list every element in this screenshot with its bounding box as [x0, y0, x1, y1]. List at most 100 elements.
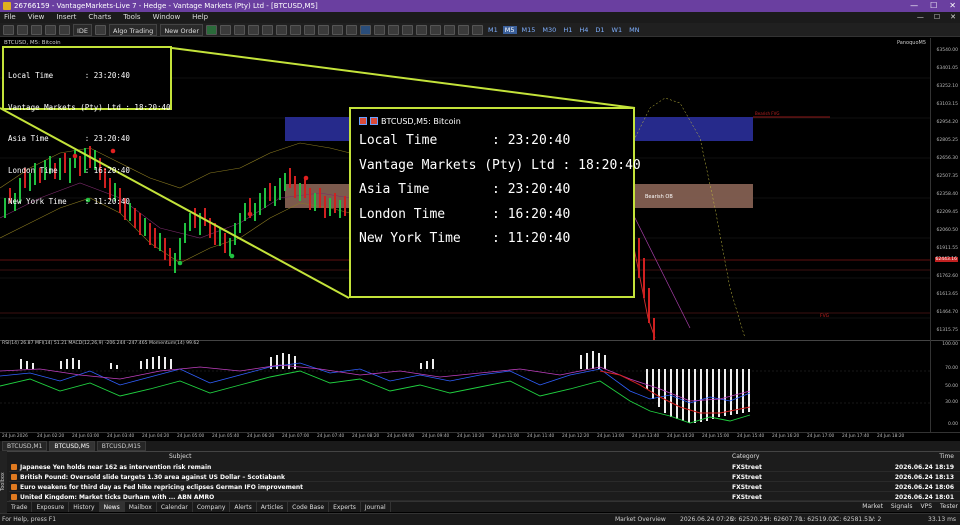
child-minimize-button[interactable]: — — [917, 12, 924, 23]
indicator-panel[interactable] — [0, 340, 960, 432]
fibonacci-icon[interactable] — [444, 24, 456, 35]
chart-tab-m5[interactable]: BTCUSD,M5 — [49, 441, 95, 451]
time-tick: 24 Jun 17:00 — [807, 434, 835, 439]
market-watch-icon[interactable] — [31, 24, 42, 35]
indicator-axis: 100.00 70.00 50.00 30.00 0.00 — [930, 340, 960, 432]
new-chart-icon[interactable] — [3, 24, 14, 35]
news-col-category[interactable]: Category — [732, 453, 759, 460]
toolbox-tabs: Trade Exposure History News Mailbox Cale… — [7, 501, 960, 512]
news-col-subject[interactable]: Subject — [169, 453, 191, 460]
small-broker-time: Vantage Markets (Pty) Ltd : 18:20:40 — [8, 102, 171, 112]
tester-button[interactable]: Tester — [940, 501, 958, 512]
menu-window[interactable]: Window — [153, 12, 181, 23]
tab-company[interactable]: Company — [193, 502, 231, 512]
news-row[interactable]: United Kingdom: Market ticks Durham with… — [9, 492, 960, 501]
news-col-time[interactable]: Time — [939, 453, 954, 460]
tab-history[interactable]: History — [69, 502, 100, 512]
market-button[interactable]: Market — [862, 501, 883, 512]
shapes-icon[interactable] — [472, 24, 484, 35]
child-maximize-button[interactable]: ☐ — [934, 12, 940, 23]
terminal-window: 26766159 - VantageMarkets-Live 7 - Hedge… — [0, 0, 960, 525]
tab-calendar[interactable]: Calendar — [157, 502, 193, 512]
price-tick: 62060.50 — [936, 228, 958, 233]
tab-alerts[interactable]: Alerts — [230, 502, 257, 512]
minimize-button[interactable]: — — [910, 0, 918, 12]
menu-help[interactable]: Help — [192, 12, 208, 23]
status-profile[interactable]: Market Overview — [615, 514, 666, 525]
crosshair-icon[interactable] — [374, 24, 386, 35]
news-row[interactable]: Japanese Yen holds near 162 as intervent… — [9, 462, 960, 472]
time-tick: 24 Jun 17:40 — [842, 434, 870, 439]
timeframe-d1[interactable]: D1 — [593, 26, 606, 34]
candle-chart-icon[interactable] — [234, 24, 246, 35]
signals-button[interactable]: Signals — [891, 501, 913, 512]
time-axis[interactable]: 24 Jun 2026 24 Jun 02:20 24 Jun 03:00 24… — [0, 432, 960, 441]
news-time: 2026.06.24 18:13 — [894, 474, 954, 481]
small-newyork-time: New York Time : 11:20:40 — [8, 197, 130, 206]
cursor-icon[interactable] — [360, 24, 372, 35]
maximize-button[interactable]: ☐ — [930, 0, 937, 12]
tab-exposure[interactable]: Exposure — [32, 502, 70, 512]
bearish-fvg-label: Bearish FVG — [755, 111, 779, 116]
close-button[interactable]: ✕ — [949, 0, 956, 12]
news-row[interactable]: Euro weakens for third day as Fed hike r… — [9, 482, 960, 492]
menu-charts[interactable]: Charts — [88, 12, 111, 23]
time-tick: 24 Jun 08:20 — [352, 434, 380, 439]
menu-insert[interactable]: Insert — [56, 12, 76, 23]
tab-trade[interactable]: Trade — [7, 502, 33, 512]
zoom-in-icon[interactable] — [262, 24, 274, 35]
toolbox-side-label[interactable]: Toolbox — [0, 451, 7, 513]
news-icon — [11, 494, 17, 500]
ide-button[interactable]: IDE — [73, 23, 93, 36]
tab-mailbox[interactable]: Mailbox — [125, 502, 157, 512]
data-window-icon[interactable] — [59, 24, 70, 35]
timeframe-h4[interactable]: H4 — [577, 26, 590, 34]
time-tick: 24 Jun 2026 — [2, 434, 28, 439]
chart-tab-m1[interactable]: BTCUSD,M1 — [2, 441, 48, 451]
tab-articles[interactable]: Articles — [257, 502, 289, 512]
channel-icon[interactable] — [430, 24, 442, 35]
menu-tools[interactable]: Tools — [123, 12, 140, 23]
line-chart-icon[interactable] — [248, 24, 260, 35]
time-tick: 24 Jun 13:40 — [632, 434, 660, 439]
algo-trading-button[interactable]: Algo Trading — [109, 23, 158, 36]
autoscroll-icon[interactable] — [304, 24, 316, 35]
grid-icon[interactable] — [290, 24, 302, 35]
timeframe-mn[interactable]: MN — [627, 26, 641, 34]
tab-experts[interactable]: Experts — [329, 502, 361, 512]
horizontal-line-icon[interactable] — [402, 24, 414, 35]
timeframe-m1[interactable]: M1 — [486, 26, 500, 34]
navigator-icon[interactable] — [45, 24, 56, 35]
tab-code-base[interactable]: Code Base — [288, 502, 330, 512]
buy-icon[interactable] — [206, 24, 218, 35]
bearish-ob-label: Bearish OB — [645, 194, 673, 200]
child-close-button[interactable]: ✕ — [950, 12, 956, 23]
zoom-out-icon[interactable] — [276, 24, 288, 35]
text-icon[interactable] — [458, 24, 470, 35]
templates-icon[interactable] — [346, 24, 358, 35]
trend-line-icon[interactable] — [416, 24, 428, 35]
tab-journal[interactable]: Journal — [361, 502, 391, 512]
chart-shift-icon[interactable] — [318, 24, 330, 35]
timeframe-m5[interactable]: M5 — [502, 25, 517, 34]
news-row[interactable]: British Pound: Oversold slide targets 1.… — [9, 472, 960, 482]
chart-tab-m15[interactable]: BTCUSD,M15 — [96, 441, 146, 451]
tab-news[interactable]: News — [99, 502, 125, 512]
new-order-button[interactable]: New Order — [160, 23, 204, 36]
timeframe-w1[interactable]: W1 — [610, 26, 625, 34]
time-tick: 24 Jun 05:40 — [212, 434, 240, 439]
timeframe-m30[interactable]: M30 — [540, 26, 558, 34]
time-info-box-large: BTCUSD,M5: Bitcoin Local Time : 23:20:40… — [349, 107, 641, 298]
vertical-line-icon[interactable] — [388, 24, 400, 35]
indicators-icon[interactable] — [332, 24, 344, 35]
price-axis[interactable]: 63540.00 63401.05 63252.10 63103.15 6295… — [930, 38, 960, 340]
profiles-icon[interactable] — [17, 24, 28, 35]
vps-button[interactable]: VPS — [920, 501, 932, 512]
menu-view[interactable]: View — [28, 12, 45, 23]
news-category: FXStreet — [732, 474, 762, 481]
menu-file[interactable]: File — [4, 12, 16, 23]
timeframe-h1[interactable]: H1 — [561, 26, 574, 34]
bar-chart-icon[interactable] — [220, 24, 232, 35]
timeframe-m15[interactable]: M15 — [520, 26, 538, 34]
strategy-tester-icon[interactable] — [95, 24, 107, 35]
